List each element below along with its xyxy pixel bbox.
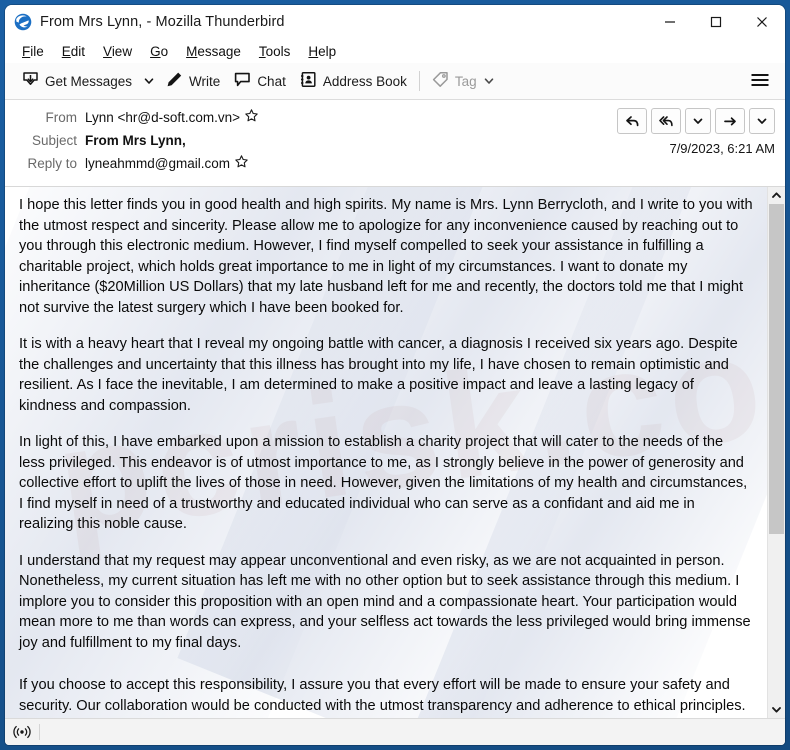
menu-file[interactable]: File: [13, 42, 53, 61]
from-value-group: Lynn <hr@d-soft.com.vn>: [85, 107, 258, 128]
maximize-button[interactable]: [693, 5, 739, 39]
chat-label: Chat: [257, 73, 286, 89]
reply-all-arrow-icon: [658, 115, 673, 126]
message-header: From Lynn <hr@d-soft.com.vn> Subject Fro…: [5, 100, 785, 187]
reply-all-button[interactable]: [651, 108, 681, 134]
body-paragraph: It is with a heavy heart that I reveal m…: [19, 336, 738, 414]
reply-dropdown-button[interactable]: [685, 108, 711, 134]
chevron-down-icon: [144, 78, 154, 84]
menu-tools[interactable]: Tools: [250, 42, 300, 61]
menu-message-rest: essage: [197, 43, 241, 59]
speech-bubble-icon: [234, 71, 251, 91]
reply-to-value-group: lyneahmmd@gmail.com: [85, 153, 248, 174]
from-value[interactable]: Lynn <hr@d-soft.com.vn>: [85, 107, 240, 128]
window-title: From Mrs Lynn, - Mozilla Thunderbird: [40, 14, 285, 30]
forward-arrow-icon: [723, 116, 736, 125]
reply-to-value[interactable]: lyneahmmd@gmail.com: [85, 153, 230, 174]
forward-button[interactable]: [715, 108, 745, 134]
chevron-down-icon: [693, 118, 703, 124]
minimize-button[interactable]: [647, 5, 693, 39]
tag-button[interactable]: Tag: [425, 67, 502, 95]
get-messages-label: Get Messages: [45, 73, 133, 89]
pencil-icon: [166, 71, 183, 91]
chevron-down-icon: [484, 78, 493, 84]
scroll-up-button[interactable]: [768, 187, 785, 204]
menu-view[interactable]: View: [94, 42, 141, 61]
toolbar-separator: [418, 71, 420, 91]
menu-edit-rest: dit: [70, 43, 86, 59]
body-paragraph: I hope this letter finds you in good hea…: [19, 197, 753, 316]
message-action-buttons: [617, 108, 775, 134]
menu-tools-rest: ools: [265, 43, 291, 59]
body-paragraph: I understand that my request may appear …: [19, 552, 751, 651]
subject-label: Subject: [31, 133, 77, 148]
chat-button[interactable]: Chat: [227, 67, 293, 95]
close-button[interactable]: [739, 5, 785, 39]
write-button[interactable]: Write: [159, 67, 227, 95]
menu-go-rest: o: [160, 43, 169, 59]
chevron-down-icon: [757, 118, 767, 124]
menu-go[interactable]: Go: [141, 42, 177, 61]
menu-help-rest: elp: [318, 43, 337, 59]
contact-card-icon: [300, 71, 317, 91]
message-body-text: I hope this letter finds you in good hea…: [5, 187, 767, 718]
broadcast-signal-icon[interactable]: [12, 723, 32, 741]
body-vertical-scrollbar[interactable]: [767, 187, 785, 718]
get-messages-button[interactable]: Get Messages: [15, 67, 139, 95]
menu-bar: File Edit View Go Message Tools Help: [5, 39, 785, 63]
status-separator: [39, 724, 40, 740]
header-actions-area: 7/9/2023, 6:21 AM: [617, 108, 775, 156]
reply-button[interactable]: [617, 108, 647, 134]
reply-to-label: Reply to: [27, 156, 77, 171]
scrollbar-thumb[interactable]: [769, 204, 784, 534]
body-paragraph: In light of this, I have embarked upon a…: [19, 434, 748, 532]
thunderbird-icon: [14, 13, 32, 31]
get-messages-dropdown[interactable]: [139, 71, 159, 91]
menu-edit[interactable]: Edit: [53, 42, 94, 61]
body-paragraph: If you choose to accept this responsibil…: [19, 677, 746, 714]
write-label: Write: [189, 73, 221, 89]
reply-arrow-icon: [625, 115, 638, 126]
subject-value: From Mrs Lynn,: [85, 133, 186, 148]
scrollbar-track[interactable]: [768, 204, 785, 701]
address-book-label: Address Book: [322, 73, 407, 89]
menu-help[interactable]: Help: [299, 42, 345, 61]
from-star-icon[interactable]: [245, 107, 258, 128]
status-bar: [5, 718, 785, 745]
window-controls: [647, 5, 785, 39]
download-inbox-icon: [22, 71, 39, 91]
menu-view-rest: iew: [111, 43, 133, 59]
tag-label: Tag: [454, 73, 477, 89]
from-label: From: [45, 110, 78, 125]
address-book-button[interactable]: Address Book: [293, 67, 414, 95]
thunderbird-window: From Mrs Lynn, - Mozilla Thunderbird Fil…: [5, 5, 785, 745]
menu-message[interactable]: Message: [177, 42, 250, 61]
hamburger-menu-icon[interactable]: [741, 67, 779, 96]
desktop-background: From Mrs Lynn, - Mozilla Thunderbird Fil…: [0, 0, 790, 750]
reply-to-star-icon[interactable]: [235, 153, 248, 174]
more-actions-dropdown-button[interactable]: [749, 108, 775, 134]
chevron-down-icon: [772, 707, 781, 713]
message-body-area: pcrisk.com I hope this letter finds you …: [5, 187, 785, 718]
chevron-up-icon: [772, 192, 781, 198]
tag-icon: [432, 71, 449, 91]
scroll-down-button[interactable]: [768, 701, 785, 718]
main-toolbar: Get Messages Write Chat Address Book Tag: [5, 63, 785, 100]
menu-file-rest: ile: [30, 43, 44, 59]
title-bar: From Mrs Lynn, - Mozilla Thunderbird: [5, 5, 785, 39]
message-date: 7/9/2023, 6:21 AM: [669, 141, 775, 156]
